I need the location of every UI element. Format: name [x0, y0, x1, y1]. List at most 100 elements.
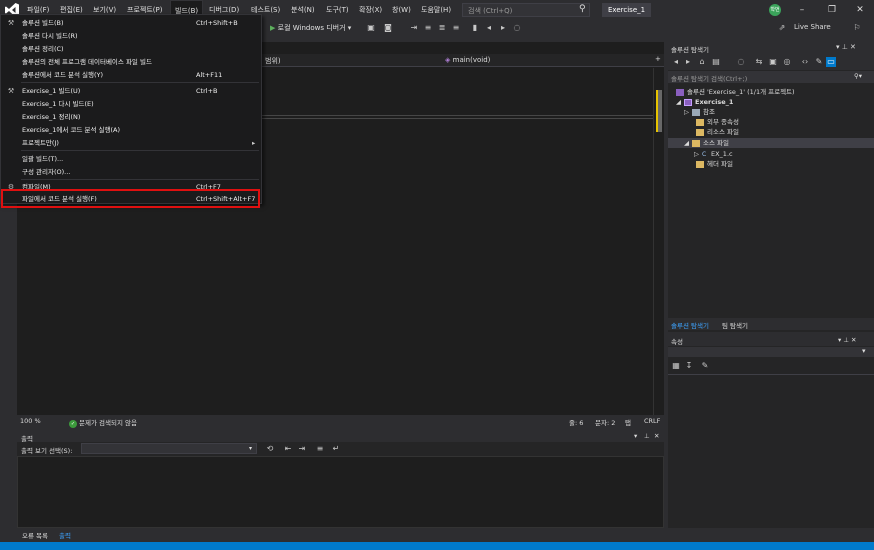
- output-text-area[interactable]: [17, 456, 664, 528]
- project-icon: [684, 98, 692, 106]
- tab-error-list[interactable]: 오류 목록: [22, 530, 48, 540]
- pin-icon[interactable]: ⊥: [644, 432, 650, 440]
- tree-item-header-files[interactable]: 헤더 파일: [668, 159, 874, 169]
- restore-button[interactable]: ❐: [822, 2, 842, 18]
- home-icon[interactable]: ⌂: [697, 57, 707, 67]
- build-menu-dropdown: ⚒ 솔루션 빌드(B) Ctrl+Shift+B 솔루션 다시 빌드(R) 솔루션 …: [0, 14, 262, 208]
- toolbar-clear-bookmark-icon[interactable]: ◌: [512, 23, 522, 33]
- toolbar-next-bookmark-icon[interactable]: ▸: [498, 23, 508, 33]
- properties-grid[interactable]: [668, 374, 874, 528]
- clear-all-icon[interactable]: ≡: [315, 444, 325, 454]
- tree-label: 소스 파일: [703, 139, 729, 147]
- menu-item-rebuild-solution[interactable]: 솔루션 다시 빌드(R): [2, 30, 260, 42]
- menu-item-clean-solution[interactable]: 솔루션 정리(C): [2, 43, 260, 55]
- collapse-all-icon[interactable]: ▣: [768, 57, 778, 67]
- start-debugging-button[interactable]: ▶ 로컬 Windows 디버거 ▾: [270, 23, 351, 33]
- property-pages-icon[interactable]: ✎: [700, 361, 710, 371]
- vertical-scrollbar[interactable]: [653, 68, 664, 415]
- solution-search-input[interactable]: 솔루션 탐색기 검색(Ctrl+;) ⚲▾: [668, 71, 874, 83]
- output-panel: 출력 ▾ ⊥ ✕ 출력 보기 선택(S): ▾ ⟲ ⇤ ⇥ ≡ ↵: [17, 431, 664, 528]
- menu-item-configuration-manager[interactable]: 구성 관리자(O)...: [2, 166, 260, 178]
- toolbar-folder-icon[interactable]: ▣: [366, 23, 376, 33]
- search-placeholder: 검색 (Ctrl+Q): [468, 7, 513, 15]
- menu-tools[interactable]: 도구(T): [322, 0, 353, 20]
- menu-item-batch-build[interactable]: 일괄 빌드(T)...: [2, 153, 260, 165]
- tree-item-resource-files[interactable]: 리소스 파일: [668, 127, 874, 137]
- tree-label: Exercise_1: [695, 98, 734, 106]
- show-all-files-icon[interactable]: ◎: [782, 57, 792, 67]
- expand-arrow-icon[interactable]: ◢: [684, 139, 689, 147]
- function-dropdown[interactable]: ◈ main(void): [445, 56, 490, 64]
- column-number: 문자: 2: [595, 419, 616, 427]
- toolbar-step-icon[interactable]: ⇥: [409, 23, 419, 33]
- minimize-button[interactable]: –: [792, 2, 812, 18]
- tree-item-references[interactable]: ▷ 참조: [668, 107, 874, 117]
- properties-wrench-icon[interactable]: ✎: [814, 57, 824, 67]
- close-button[interactable]: ✕: [850, 2, 870, 18]
- sync-icon[interactable]: ⇆: [754, 57, 764, 67]
- avatar[interactable]: 학번: [769, 4, 781, 16]
- menu-separator: [21, 150, 259, 151]
- pending-changes-icon[interactable]: ◌: [736, 57, 746, 67]
- menu-item-build-pdb[interactable]: 솔루션의 전체 프로그램 데이터베이스 파일 빌드: [2, 56, 260, 68]
- line-ending[interactable]: CRLF: [644, 417, 660, 425]
- preview-icon[interactable]: ▭: [826, 57, 836, 67]
- menu-item-rebuild-project[interactable]: Exercise_1 다시 빌드(E): [2, 98, 260, 110]
- panel-options-icon[interactable]: ▾ ⊥ ✕: [838, 336, 857, 344]
- menu-item-run-code-analysis-solution[interactable]: 솔루션에서 코드 분석 실행(Y) Alt+F11: [2, 69, 260, 81]
- collapse-arrow-icon[interactable]: ▷: [684, 108, 689, 116]
- properties-object-select[interactable]: ▾: [668, 347, 874, 357]
- expand-arrow-icon[interactable]: ◢: [676, 98, 681, 106]
- forward-icon[interactable]: ▸: [683, 57, 693, 67]
- word-wrap-icon[interactable]: ↵: [331, 444, 341, 454]
- categorized-icon[interactable]: ▦: [671, 361, 681, 371]
- tab-solution-explorer[interactable]: 솔루션 탐색기: [671, 320, 709, 330]
- tree-item-source-files[interactable]: ◢ 소스 파일: [668, 138, 874, 148]
- feedback-icon[interactable]: ⚐: [852, 23, 862, 33]
- menu-extensions[interactable]: 확장(X): [355, 0, 386, 20]
- live-share-button[interactable]: Live Share: [794, 23, 831, 31]
- panel-dropdown-icon[interactable]: ▾: [634, 432, 637, 440]
- menu-item-project-only[interactable]: 프로젝트만(J) ▸: [2, 137, 260, 149]
- toolbar-bookmark-icon[interactable]: ▮: [470, 23, 480, 33]
- tab-output[interactable]: 출력: [59, 530, 71, 540]
- toolbar-prev-bookmark-icon[interactable]: ◂: [484, 23, 494, 33]
- menu-help[interactable]: 도움말(H): [417, 0, 455, 20]
- solution-explorer-toolbar: ◂ ▸ ⌂ ▤ ◌ ⇆ ▣ ◎ ‹› ✎ ▭: [668, 54, 874, 70]
- tree-item-project[interactable]: ◢ Exercise_1: [668, 97, 874, 107]
- menu-item-build-project[interactable]: ⚒ Exercise_1 빌드(U) Ctrl+B: [2, 85, 260, 97]
- collapse-arrow-icon[interactable]: ▷: [694, 150, 699, 158]
- output-source-select[interactable]: ▾: [81, 443, 257, 454]
- panel-close-icon[interactable]: ✕: [654, 432, 659, 440]
- toolbar-uncomment-icon[interactable]: ≡: [451, 23, 461, 33]
- issues-indicator[interactable]: ✓ 문제가 검색되지 않음: [69, 417, 137, 428]
- solution-explorer-header: 솔루션 탐색기 ▾ ⊥ ✕: [668, 42, 874, 54]
- scrollbar-thumb[interactable]: [656, 90, 662, 132]
- toolbar-screenshot-icon[interactable]: ◙: [383, 23, 393, 33]
- search-input[interactable]: 검색 (Ctrl+Q) ⚲: [462, 3, 590, 17]
- menu-window[interactable]: 창(W): [388, 0, 415, 20]
- prev-message-icon[interactable]: ⇤: [283, 444, 293, 454]
- panel-options-icon[interactable]: ▾ ⊥ ✕: [836, 43, 856, 51]
- function-icon: ◈: [445, 56, 451, 64]
- code-view-icon[interactable]: ‹›: [800, 57, 810, 67]
- split-icon[interactable]: +: [655, 55, 661, 63]
- menu-item-clean-project[interactable]: Exercise_1 정리(N): [2, 111, 260, 123]
- next-message-icon[interactable]: ⇥: [297, 444, 307, 454]
- tree-item-external-deps[interactable]: 외부 종속성: [668, 117, 874, 127]
- zoom-level[interactable]: 100 %: [20, 417, 41, 425]
- menu-analyze[interactable]: 분석(N): [287, 0, 319, 20]
- play-icon: ▶: [270, 24, 276, 32]
- tree-item-c-file[interactable]: ▷ C EX_1.c: [668, 149, 874, 159]
- find-message-icon[interactable]: ⟲: [265, 444, 275, 454]
- scope-dropdown[interactable]: 범위): [265, 56, 281, 66]
- switch-views-icon[interactable]: ▤: [711, 57, 721, 67]
- menu-item-build-solution[interactable]: ⚒ 솔루션 빌드(B) Ctrl+Shift+B: [2, 17, 260, 29]
- toolbar-comment-icon[interactable]: ≣: [437, 23, 447, 33]
- alphabetical-icon[interactable]: ↧: [684, 361, 694, 371]
- tree-item-solution[interactable]: 솔루션 'Exercise_1' (1/1개 프로젝트): [668, 87, 874, 97]
- back-icon[interactable]: ◂: [671, 57, 681, 67]
- tab-team-explorer[interactable]: 팀 탐색기: [722, 320, 748, 330]
- toolbar-indent-icon[interactable]: ≡: [423, 23, 433, 33]
- menu-item-run-code-analysis-project[interactable]: Exercise_1에서 코드 분석 실행(A): [2, 124, 260, 136]
